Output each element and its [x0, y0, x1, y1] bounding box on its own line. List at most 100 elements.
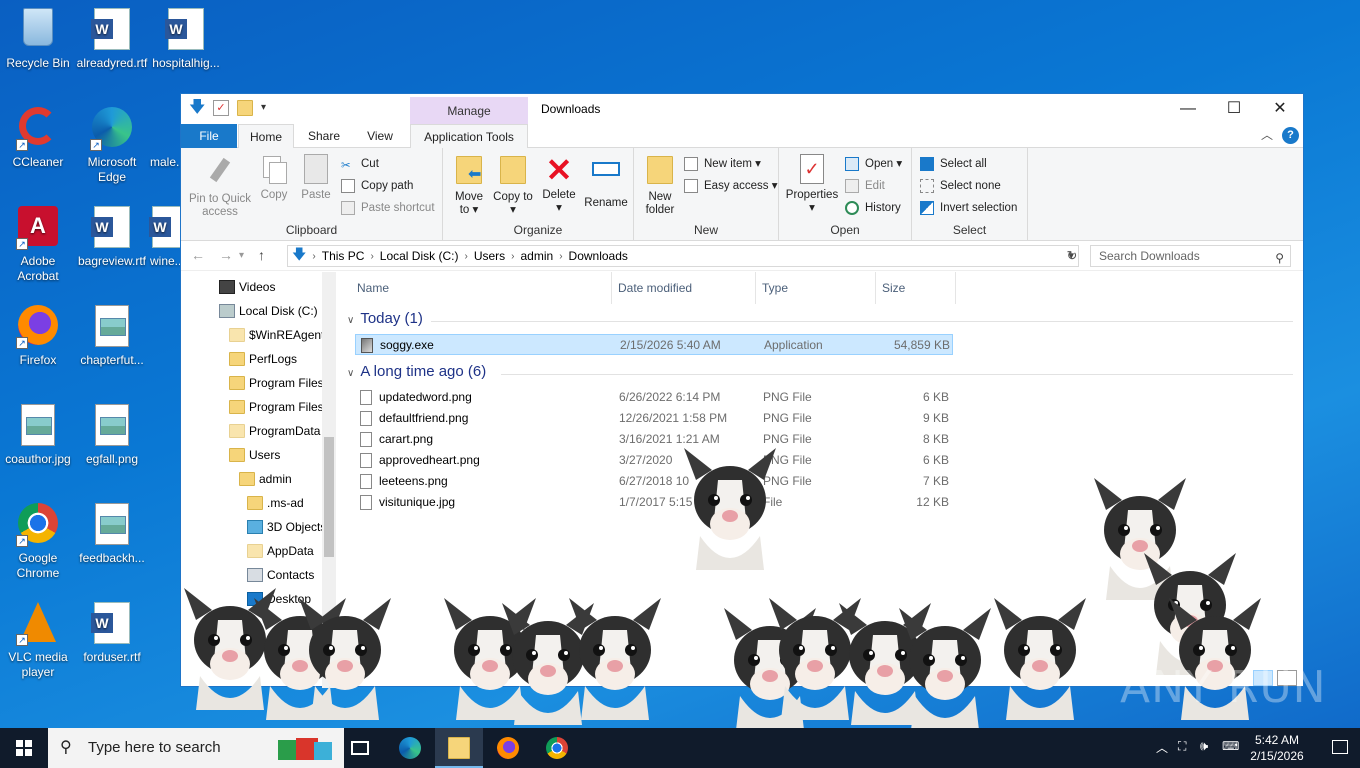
copy-to-button[interactable]: Copy to ▾	[493, 154, 533, 217]
new-item-button[interactable]: New item ▾	[684, 155, 761, 173]
taskbar-chrome[interactable]	[533, 728, 581, 768]
desktop-icon-feedbackh[interactable]: feedbackh...	[74, 503, 150, 566]
desktop-icon-forduser[interactable]: forduser.rtf	[74, 602, 150, 665]
file-row[interactable]: updatedword.png 6/26/2022 6:14 PM PNG Fi…	[355, 387, 953, 408]
desktop-icon-chrome[interactable]: ↗ Google Chrome	[0, 503, 76, 581]
nav-scrollbar[interactable]	[322, 272, 336, 688]
breadcrumb-this-pc[interactable]: This PC	[322, 249, 365, 263]
properties-button[interactable]: ✓ Properties ▾	[783, 154, 841, 215]
desktop-icon-vlc[interactable]: ↗ VLC media player	[0, 602, 76, 680]
desktop-icon-chapterfut[interactable]: chapterfut...	[74, 305, 150, 368]
folder-icon[interactable]	[237, 100, 253, 116]
nav-item-local-disk[interactable]: Local Disk (C:)	[217, 300, 318, 322]
select-all-button[interactable]: Select all	[920, 155, 987, 173]
chevron-down-icon[interactable]: ▾	[261, 100, 277, 116]
forward-arrow-icon[interactable]: →	[219, 247, 233, 265]
copy-button[interactable]: Copy	[257, 154, 291, 202]
collapse-ribbon-icon[interactable]: ︿	[1261, 126, 1273, 143]
desktop-icon-bagreview[interactable]: bagreview.rtf	[74, 206, 150, 269]
manage-tab[interactable]: Manage	[410, 97, 528, 124]
nav-item-perflogs[interactable]: PerfLogs	[227, 348, 297, 370]
keyboard-icon[interactable]: ⌨	[1222, 739, 1239, 753]
group-header-long-ago[interactable]: ∨ A long time ago (6)	[347, 363, 486, 380]
column-header-size[interactable]: Size	[876, 272, 956, 304]
tab-home[interactable]: Home	[238, 124, 294, 149]
taskbar-firefox[interactable]	[484, 728, 532, 768]
paste-shortcut-button[interactable]: Paste shortcut	[341, 199, 435, 217]
column-header-date[interactable]: Date modified	[612, 272, 756, 304]
help-icon[interactable]: ?	[1282, 127, 1299, 144]
file-row[interactable]: approvedheart.png 3/27/2020 PNG File 6 K…	[355, 450, 953, 471]
open-button[interactable]: Open ▾	[845, 155, 902, 173]
taskbar-file-explorer[interactable]	[435, 728, 483, 768]
file-row[interactable]: carart.png 3/16/2021 1:21 AM PNG File 8 …	[355, 429, 953, 450]
nav-item-winreagent[interactable]: $WinREAgent	[227, 324, 324, 346]
desktop-icon-coauthor[interactable]: coauthor.jpg	[0, 404, 76, 467]
move-to-button[interactable]: ⬅ Move to ▾	[449, 154, 489, 217]
tab-file[interactable]: File	[181, 124, 237, 148]
tab-view[interactable]: View	[355, 124, 405, 148]
down-arrow-icon[interactable]: 🡇	[189, 100, 205, 116]
nav-item-ms-ad[interactable]: .ms-ad	[245, 492, 304, 514]
file-row[interactable]: defaultfriend.png 12/26/2021 1:58 PM PNG…	[355, 408, 953, 429]
nav-item-desktop[interactable]: Desktop	[245, 588, 311, 610]
desktop-icon-ccleaner[interactable]: ↗ CCleaner	[0, 107, 76, 170]
chevron-up-icon[interactable]: ︿	[1156, 739, 1168, 756]
scroll-thumb[interactable]	[324, 437, 334, 557]
desktop-icon-acrobat[interactable]: A ↗ Adobe Acrobat	[0, 206, 76, 284]
new-folder-button[interactable]: New folder	[640, 154, 680, 217]
column-header-name[interactable]: Name	[351, 272, 612, 304]
desktop-icon-egfall[interactable]: egfall.png	[74, 404, 150, 467]
clock[interactable]: 5:42 AM 2/15/2026	[1242, 732, 1312, 764]
tab-application-tools[interactable]: Application Tools	[410, 124, 528, 149]
delete-button[interactable]: ✕ Delete ▾	[539, 154, 579, 215]
nav-item-program-files[interactable]: Program Files	[227, 372, 324, 394]
properties-check-icon[interactable]: ✓	[213, 100, 229, 116]
desktop-icon-wine[interactable]: wine...	[148, 206, 180, 269]
notification-icon[interactable]	[1332, 740, 1348, 754]
taskbar-search-box[interactable]: ⚲ Type here to search	[48, 728, 344, 768]
back-arrow-icon[interactable]: ←	[191, 247, 205, 265]
start-button[interactable]	[0, 728, 48, 768]
group-header-today[interactable]: ∨ Today (1)	[347, 310, 423, 327]
history-button[interactable]: History	[845, 199, 901, 217]
invert-selection-button[interactable]: Invert selection	[920, 199, 1017, 217]
desktop-icon-recycle-bin[interactable]: Recycle Bin	[0, 8, 76, 71]
breadcrumb-admin[interactable]: admin	[521, 249, 554, 263]
recent-chevron-icon[interactable]: ▾	[239, 247, 244, 265]
nav-item-programdata[interactable]: ProgramData	[227, 420, 320, 442]
task-view-button[interactable]	[336, 728, 384, 768]
nav-item-3d-objects[interactable]: 3D Objects	[245, 516, 326, 538]
refresh-icon[interactable]: ↻	[1063, 245, 1081, 267]
maximize-button[interactable]: ☐	[1211, 94, 1257, 124]
paste-button[interactable]: Paste	[299, 154, 333, 202]
desktop-icon-alreadyred[interactable]: alreadyred.rtf	[74, 8, 150, 71]
volume-icon[interactable]: 🕪	[1200, 738, 1208, 754]
select-none-button[interactable]: Select none	[920, 177, 1001, 195]
easy-access-button[interactable]: Easy access ▾	[684, 177, 778, 195]
column-header-type[interactable]: Type	[756, 272, 876, 304]
pin-quick-access-button[interactable]: Pin to Quick access	[187, 154, 253, 219]
nav-item-videos[interactable]: Videos	[217, 276, 275, 298]
edit-button[interactable]: Edit	[845, 177, 885, 195]
desktop-icon-edge[interactable]: ↗ Microsoft Edge	[74, 107, 150, 185]
desktop-icon-hospitalhig[interactable]: hospitalhig...	[148, 8, 224, 71]
nav-item-appdata[interactable]: AppData	[245, 540, 314, 562]
nav-item-program-files-x86[interactable]: Program Files	[227, 396, 324, 418]
network-icon[interactable]: ⛶	[1178, 739, 1186, 754]
breadcrumb-downloads[interactable]: Downloads	[569, 249, 628, 263]
breadcrumb-users[interactable]: Users	[474, 249, 505, 263]
desktop-icon-firefox[interactable]: ↗ Firefox	[0, 305, 76, 368]
address-bar[interactable]: 🡇 › This PC › Local Disk (C:) › Users › …	[287, 245, 1079, 267]
tab-share[interactable]: Share	[299, 124, 349, 148]
breadcrumb-local-disk[interactable]: Local Disk (C:)	[380, 249, 459, 263]
rename-button[interactable]: Rename	[583, 154, 629, 210]
minimize-button[interactable]: —	[1165, 94, 1211, 124]
taskbar-edge[interactable]	[386, 728, 434, 768]
nav-item-contacts[interactable]: Contacts	[245, 564, 314, 586]
cut-button[interactable]: ✂ Cut	[341, 155, 379, 173]
file-row[interactable]: leeteens.png 6/27/2018 10 PNG File 7 KB	[355, 471, 953, 492]
up-arrow-icon[interactable]: ↑	[258, 247, 265, 265]
nav-item-admin[interactable]: admin	[237, 468, 292, 490]
nav-item-users[interactable]: Users	[227, 444, 280, 466]
